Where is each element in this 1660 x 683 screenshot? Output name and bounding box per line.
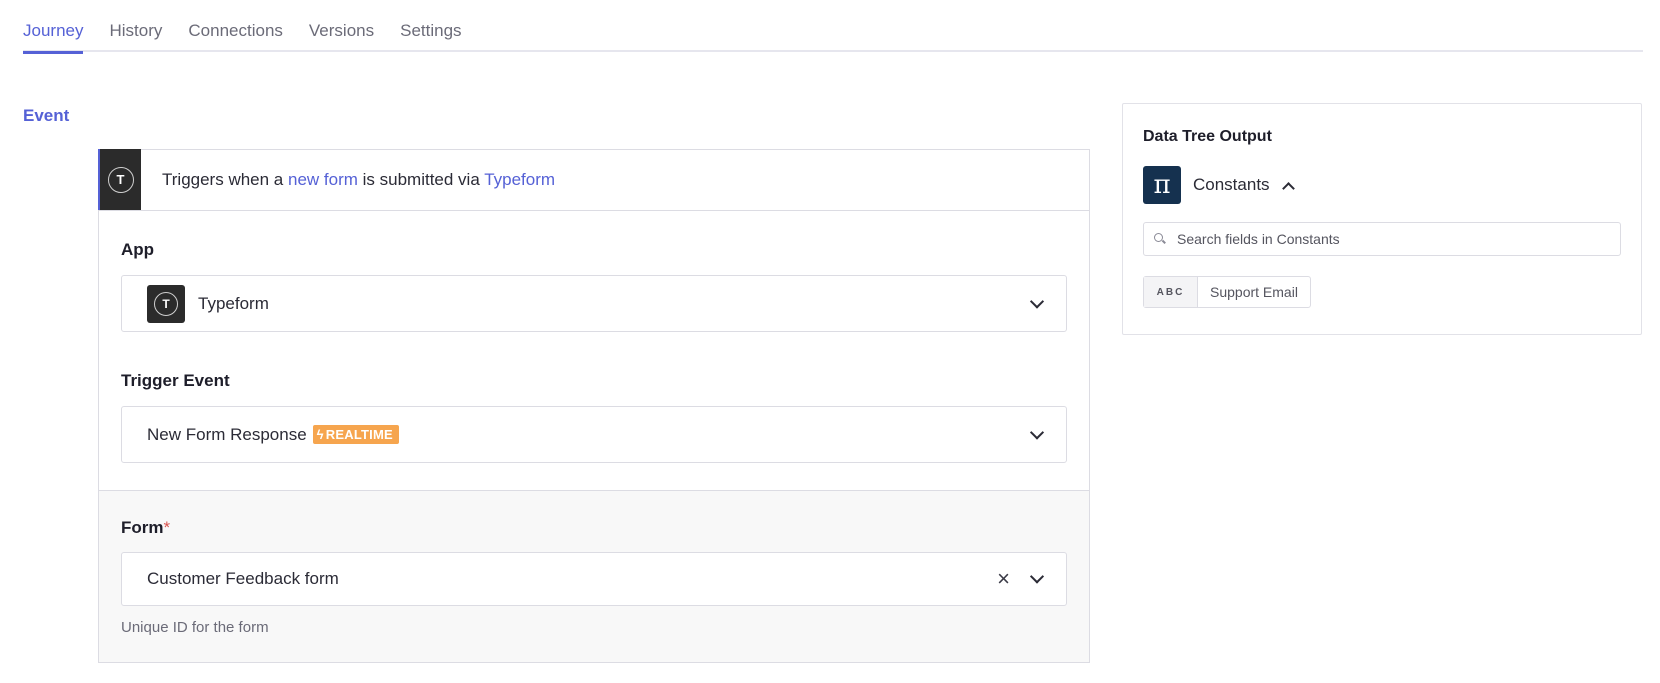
event-card-header[interactable]: T Triggers when a new form is submitted … bbox=[98, 149, 1089, 211]
chevron-down-icon[interactable] bbox=[1029, 569, 1045, 584]
trigger-summary: Triggers when a new form is submitted vi… bbox=[162, 170, 555, 190]
section-label-event: Event bbox=[23, 106, 70, 125]
data-tree-panel: Data Tree Output π Constants ABC Support… bbox=[1122, 103, 1642, 335]
tab-versions[interactable]: Versions bbox=[309, 0, 374, 52]
constants-search bbox=[1143, 222, 1621, 256]
constants-search-input[interactable] bbox=[1177, 231, 1617, 247]
app-select-value: Typeform bbox=[198, 293, 269, 313]
constants-label: Constants bbox=[1193, 175, 1270, 194]
typeform-app-icon: T bbox=[147, 284, 185, 323]
constants-group-toggle[interactable]: π Constants bbox=[1143, 166, 1295, 204]
tab-settings[interactable]: Settings bbox=[400, 0, 461, 52]
event-card: T Triggers when a new form is submitted … bbox=[98, 149, 1090, 663]
chevron-down-icon bbox=[1029, 293, 1045, 309]
app-select[interactable]: T Typeform bbox=[121, 275, 1067, 332]
app-label: App bbox=[121, 240, 155, 259]
tab-journey[interactable]: Journey bbox=[23, 0, 84, 54]
field-chip-support-email[interactable]: ABC Support Email bbox=[1143, 276, 1311, 308]
realtime-badge: ϟ REALTIME bbox=[312, 425, 399, 444]
summary-prefix: Triggers when a bbox=[162, 170, 288, 189]
summary-link-new-form[interactable]: new form bbox=[288, 170, 358, 189]
summary-link-typeform[interactable]: Typeform bbox=[484, 170, 555, 189]
typeform-icon: T bbox=[107, 166, 134, 193]
form-field: Form* Customer Feedback form × Unique ID… bbox=[99, 491, 1089, 636]
clear-icon[interactable]: × bbox=[997, 568, 1010, 590]
lightning-icon: ϟ bbox=[316, 427, 324, 442]
data-tree-title: Data Tree Output bbox=[1143, 128, 1272, 145]
realtime-badge-label: REALTIME bbox=[325, 427, 393, 442]
form-label: Form* bbox=[121, 518, 1067, 538]
search-icon bbox=[1154, 233, 1166, 245]
chevron-up-icon bbox=[1281, 181, 1295, 195]
form-helper-text: Unique ID for the form bbox=[121, 619, 269, 636]
summary-middle: is submitted via bbox=[357, 170, 485, 189]
typeform-icon: T bbox=[154, 291, 178, 316]
field-chip-label: Support Email bbox=[1210, 284, 1298, 300]
tab-history[interactable]: History bbox=[109, 0, 162, 52]
top-tabs: Journey History Connections Versions Set… bbox=[23, 0, 1643, 54]
form-select[interactable]: Customer Feedback form × bbox=[121, 552, 1067, 606]
trigger-event-label: Trigger Event bbox=[121, 371, 230, 390]
field-type-badge: ABC bbox=[1144, 277, 1198, 307]
form-label-text: Form bbox=[121, 518, 164, 537]
required-mark: * bbox=[163, 518, 171, 537]
trigger-event-select[interactable]: New Form Response ϟ REALTIME bbox=[121, 406, 1067, 463]
form-select-value: Customer Feedback form bbox=[147, 569, 339, 588]
chevron-down-icon bbox=[1029, 424, 1045, 440]
pi-icon: π bbox=[1143, 166, 1181, 204]
typeform-logo: T bbox=[98, 149, 141, 210]
form-field-area: Form* Customer Feedback form × Unique ID… bbox=[99, 490, 1089, 662]
trigger-event-value: New Form Response bbox=[147, 424, 307, 444]
trigger-event-field: Trigger Event New Form Response ϟ REALTIM… bbox=[99, 332, 1089, 463]
tab-connections[interactable]: Connections bbox=[188, 0, 283, 52]
app-field: App T Typeform bbox=[99, 211, 1089, 332]
